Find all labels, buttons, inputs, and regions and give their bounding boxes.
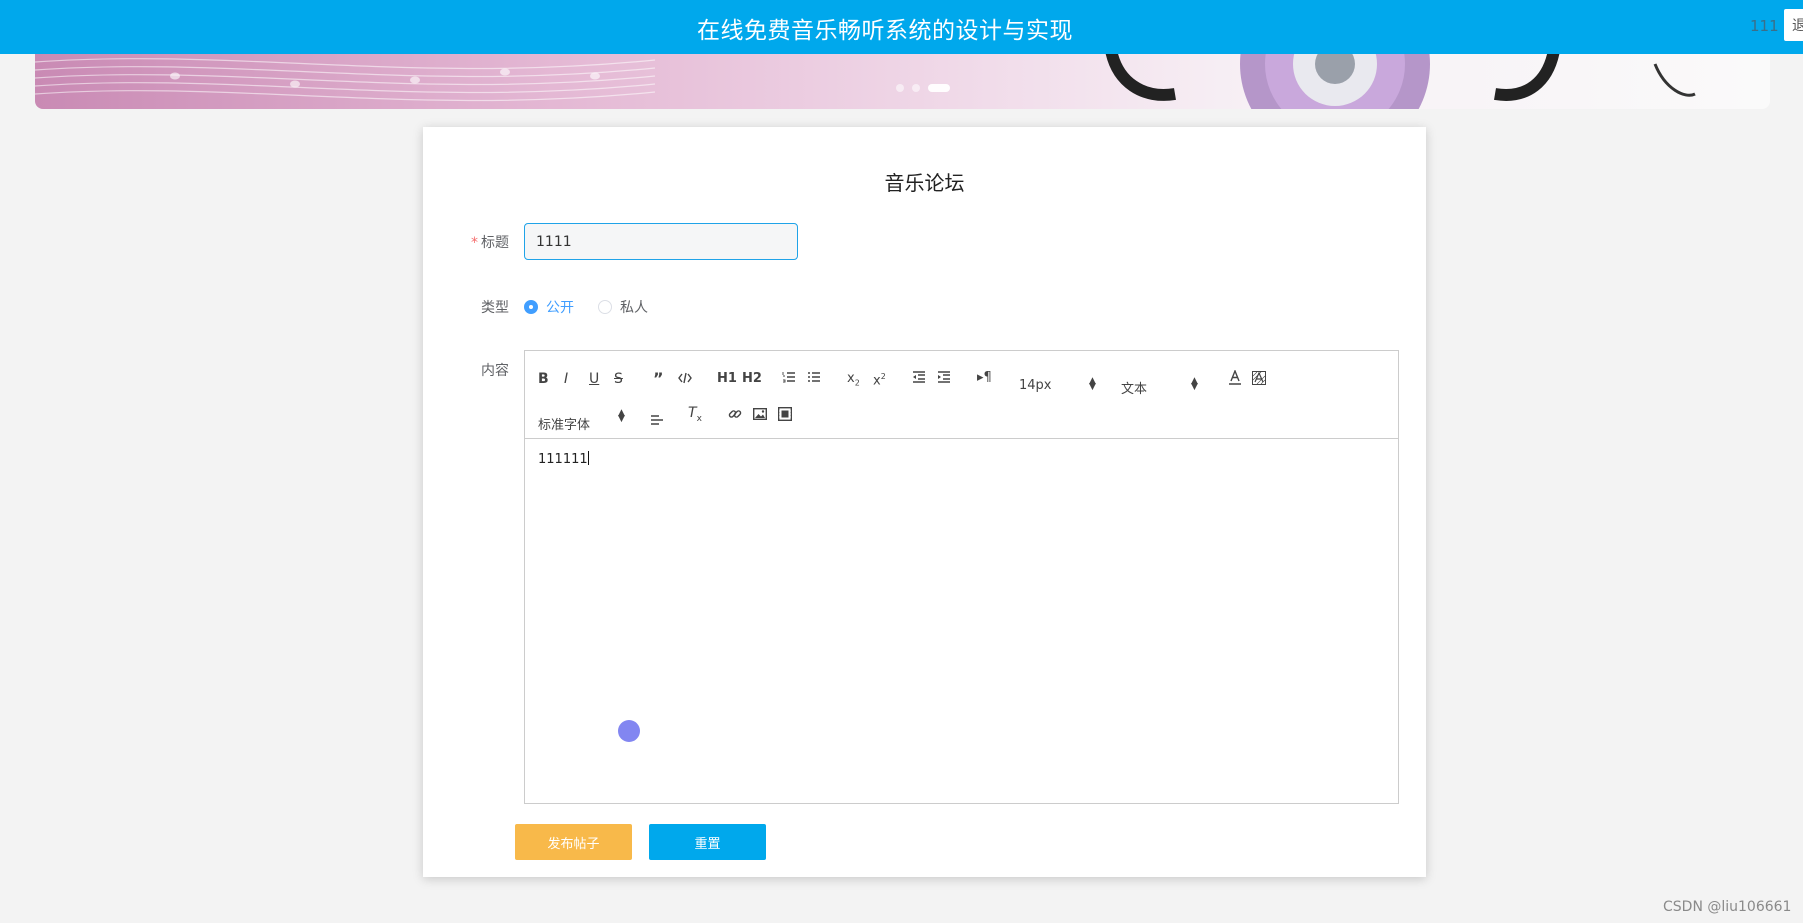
form-title: 音乐论坛 bbox=[884, 171, 965, 195]
radio-circle bbox=[598, 300, 612, 314]
direction-icon[interactable]: ▸¶ bbox=[977, 370, 992, 386]
banner-image bbox=[35, 54, 1696, 109]
top-bar: 在线免费音乐畅听系统的设计与实现 111 退 bbox=[0, 0, 1803, 54]
bold-icon[interactable]: B bbox=[538, 371, 549, 387]
rich-text-editor: B I U S ” H1 H2 x2 x2 ▸¶ 14px ▲ ▼ 文本 ▲ ▼… bbox=[524, 350, 1399, 804]
title-label: * 标题 bbox=[449, 232, 509, 252]
required-mark: * bbox=[471, 235, 478, 251]
publish-post-button[interactable]: 发布帖子 bbox=[515, 824, 632, 860]
image-icon[interactable] bbox=[753, 407, 767, 421]
carousel-dot-1[interactable] bbox=[896, 84, 904, 92]
ordered-list-icon[interactable] bbox=[782, 370, 796, 384]
title-label-text: 标题 bbox=[481, 235, 509, 251]
link-icon[interactable] bbox=[728, 407, 742, 421]
font-size-picker[interactable]: 14px ▲ ▼ bbox=[1019, 376, 1099, 396]
align-icon[interactable] bbox=[650, 413, 664, 427]
font-size-value: 14px bbox=[1019, 378, 1052, 393]
picker-arrows-icon: ▲ ▼ bbox=[618, 408, 625, 424]
picker-arrows-icon: ▲ ▼ bbox=[1089, 376, 1096, 392]
code-block-icon[interactable] bbox=[678, 371, 692, 385]
watermark: CSDN @liu106661 bbox=[1663, 899, 1792, 915]
radio-label: 公开 bbox=[546, 300, 574, 316]
content-label: 内容 bbox=[481, 363, 509, 379]
radio-circle bbox=[524, 300, 538, 314]
blockquote-icon[interactable]: ” bbox=[653, 371, 664, 387]
editor-content[interactable]: 111111 bbox=[538, 451, 589, 467]
type-radio-public[interactable]: 公开 bbox=[524, 297, 574, 317]
picker-arrows-icon: ▲ ▼ bbox=[1191, 376, 1198, 392]
font-family-picker[interactable]: 标准字体 ▲ ▼ bbox=[538, 409, 628, 434]
video-icon[interactable] bbox=[778, 407, 792, 421]
carousel-dot-2[interactable] bbox=[912, 84, 920, 92]
background-color-icon[interactable] bbox=[1252, 371, 1266, 385]
text-caret bbox=[587, 451, 589, 465]
underline-icon[interactable]: U bbox=[589, 371, 599, 387]
outdent-icon[interactable] bbox=[912, 370, 926, 384]
mouse-cursor-indicator bbox=[618, 720, 640, 742]
radio-label: 私人 bbox=[620, 300, 648, 316]
superscript-icon[interactable]: x2 bbox=[873, 369, 886, 389]
font-color-icon[interactable] bbox=[1228, 370, 1242, 386]
header-1-icon[interactable]: H1 bbox=[717, 371, 737, 387]
bullet-list-icon[interactable] bbox=[807, 370, 821, 384]
banner-carousel[interactable] bbox=[35, 54, 1770, 109]
editor-text: 111111 bbox=[538, 452, 588, 467]
subscript-icon[interactable]: x2 bbox=[847, 371, 860, 392]
header-picker[interactable]: 文本 ▲ ▼ bbox=[1121, 376, 1201, 398]
font-family-value: 标准字体 bbox=[538, 418, 591, 433]
logout-button[interactable]: 退 bbox=[1784, 9, 1803, 41]
user-name[interactable]: 111 bbox=[1750, 17, 1779, 35]
header-2-icon[interactable]: H2 bbox=[742, 371, 762, 387]
site-title: 在线免费音乐畅听系统的设计与实现 bbox=[697, 18, 1073, 44]
title-input[interactable] bbox=[524, 223, 798, 260]
italic-icon[interactable]: I bbox=[564, 371, 568, 387]
indent-icon[interactable] bbox=[937, 370, 951, 384]
editor-toolbar: B I U S ” H1 H2 x2 x2 ▸¶ 14px ▲ ▼ 文本 ▲ ▼… bbox=[525, 351, 1398, 439]
type-radio-private[interactable]: 私人 bbox=[598, 297, 648, 317]
clean-format-icon[interactable]: Tx bbox=[688, 405, 702, 427]
header-picker-value: 文本 bbox=[1121, 382, 1148, 397]
forum-post-form: 音乐论坛 *标题 类型 公开 私人 内容 B I U S ” H1 H2 bbox=[423, 127, 1426, 877]
carousel-dot-3[interactable] bbox=[928, 84, 950, 92]
reset-button[interactable]: 重置 bbox=[649, 824, 766, 860]
strike-icon[interactable]: S bbox=[614, 371, 623, 387]
type-label: 类型 bbox=[481, 300, 509, 316]
